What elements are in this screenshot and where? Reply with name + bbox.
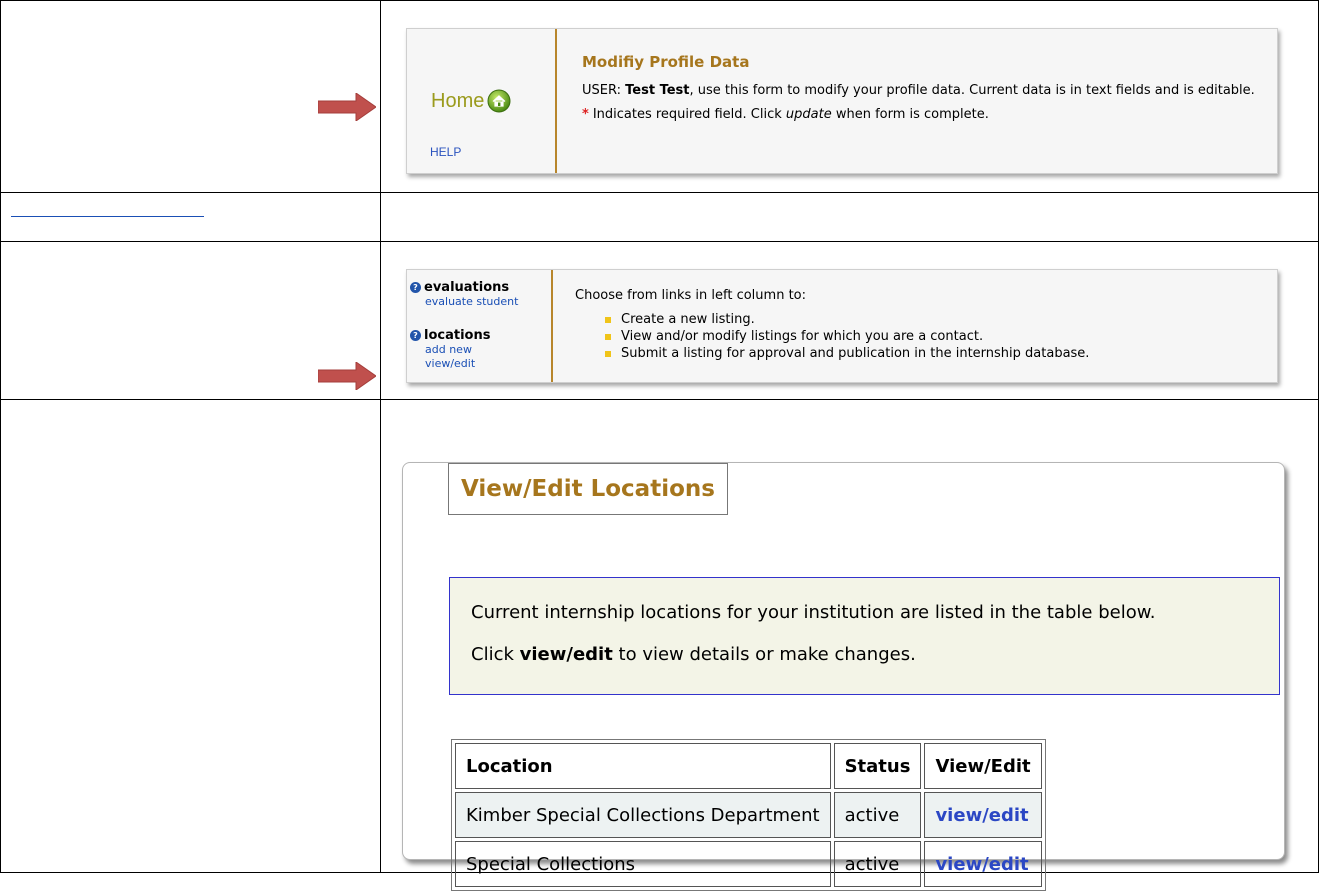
nav-heading-evaluations: evaluations [424, 280, 510, 295]
panel-divider [555, 29, 557, 173]
view-edit-row-link[interactable]: view/edit [935, 805, 1028, 826]
column-header-view-edit: View/Edit [924, 743, 1042, 789]
nav-instructions: Choose from links in left column to: Cre… [575, 288, 1089, 362]
question-icon: ? [410, 330, 421, 341]
instructions-intro: Choose from links in left column to: [575, 288, 806, 303]
row1-right-cell: Home HELP Modifiy Profile Data USER: Tes… [380, 0, 1319, 193]
required-field-note: * Indicates required field. Click update … [582, 107, 989, 122]
home-icon [487, 89, 511, 113]
right-arrow-icon [318, 93, 376, 121]
table-row: Kimber Special Collections Department ac… [455, 792, 1042, 838]
location-cell: Special Collections [455, 841, 831, 887]
profile-content: Modifiy Profile Data USER: Test Test, us… [582, 29, 1272, 122]
help-link[interactable]: HELP [430, 145, 461, 159]
table-header-row: Location Status View/Edit [455, 743, 1042, 789]
section-legend: View/Edit Locations [448, 463, 728, 515]
required-star-icon: * [582, 107, 589, 122]
row2-left-cell [0, 192, 381, 242]
status-cell: active [833, 792, 922, 838]
home-link[interactable]: Home [431, 89, 511, 113]
view-edit-link[interactable]: view/edit [425, 357, 490, 371]
row4-right-cell: Current internship locations for your in… [380, 399, 1319, 891]
home-label: Home [431, 89, 485, 112]
question-icon: ? [410, 282, 421, 293]
list-item: Submit a listing for approval and public… [605, 345, 1089, 362]
user-intro-text: USER: Test Test, use this form to modify… [582, 83, 1255, 98]
blank-hyperlink[interactable] [11, 203, 204, 217]
add-new-link[interactable]: add new [425, 343, 490, 357]
locations-nav-panel: ? evaluations evaluate student ? locations… [406, 269, 1278, 383]
panel-divider [551, 270, 553, 382]
action-cell: view/edit [924, 841, 1042, 887]
modify-profile-panel: Home HELP Modifiy Profile Data USER: Tes… [406, 28, 1278, 174]
column-header-location: Location [455, 743, 831, 789]
location-cell: Kimber Special Collections Department [455, 792, 831, 838]
action-cell: view/edit [924, 792, 1042, 838]
info-instruction: Click view/edit to view details or make … [471, 644, 916, 665]
document-table: Home HELP Modifiy Profile Data USER: Tes… [0, 0, 1319, 891]
nav-section-evaluations: ? evaluations evaluate student [410, 280, 518, 309]
bullet-icon [605, 316, 611, 323]
info-box: Current internship locations for your in… [449, 577, 1280, 695]
row3-left-cell [0, 241, 381, 400]
right-arrow-icon [318, 362, 376, 390]
bullet-icon [605, 333, 611, 340]
view-edit-row-link[interactable]: view/edit [935, 854, 1028, 875]
instructions-list: Create a new listing. View and/or modify… [605, 311, 1089, 362]
info-text: Current internship locations for your in… [471, 602, 1156, 623]
user-name: Test Test [625, 83, 690, 98]
profile-sidebar: Home HELP [407, 29, 555, 173]
status-cell: active [833, 841, 922, 887]
nav-section-locations: ? locations add new view/edit [410, 328, 490, 371]
page-title: Modifiy Profile Data [582, 53, 750, 71]
nav-heading-locations: locations [424, 328, 491, 343]
evaluate-student-link[interactable]: evaluate student [425, 295, 518, 309]
column-header-status: Status [833, 743, 922, 789]
list-item: View and/or modify listings for which yo… [605, 328, 1089, 345]
table-row: Special Collections active view/edit [455, 841, 1042, 887]
locations-table: Location Status View/Edit Kimber Special… [451, 739, 1046, 891]
left-nav: ? evaluations evaluate student ? locations… [407, 270, 552, 382]
row4-left-cell [0, 399, 381, 873]
bullet-icon [605, 350, 611, 357]
list-item: Create a new listing. [605, 311, 1089, 328]
row2-right-cell [380, 192, 1319, 242]
view-edit-locations-panel: Current internship locations for your in… [402, 462, 1285, 891]
row1-left-cell [0, 0, 381, 193]
row3-right-cell: ? evaluations evaluate student ? locations… [380, 241, 1319, 400]
